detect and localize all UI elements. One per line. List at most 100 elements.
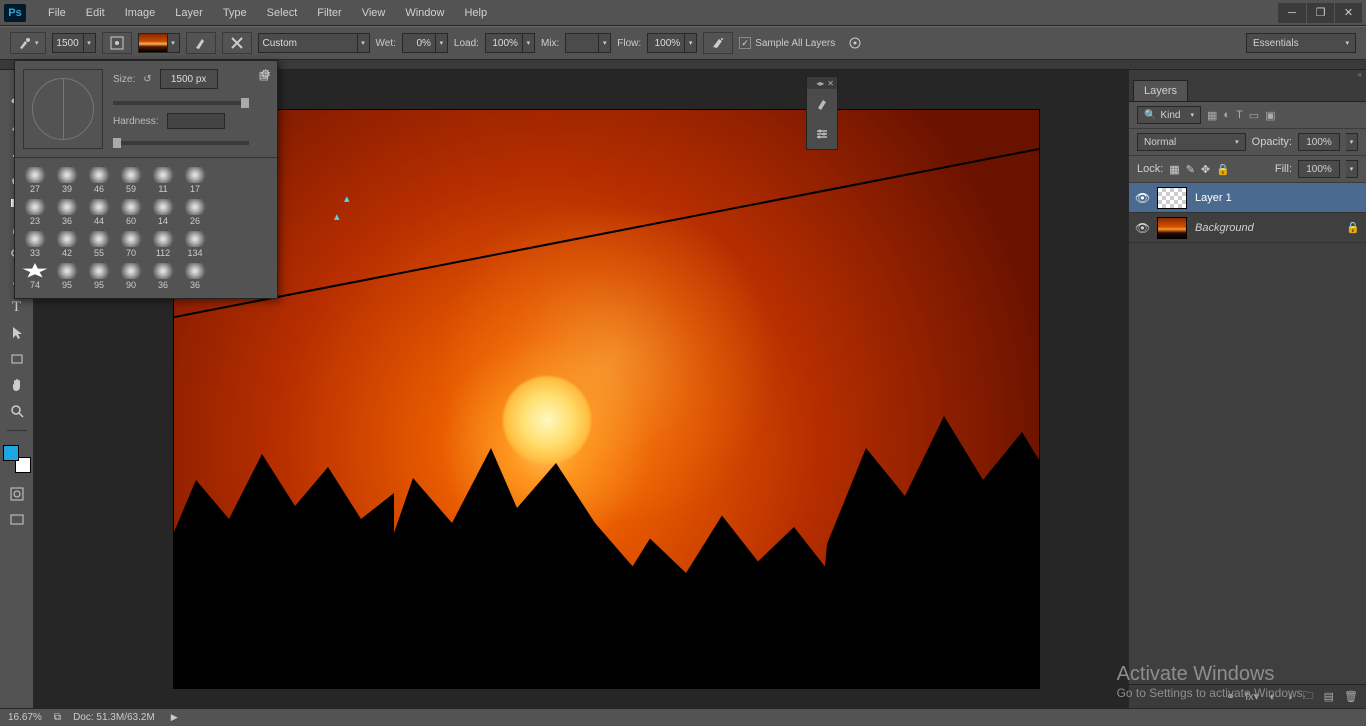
hardness-slider[interactable] — [113, 141, 249, 145]
fill-field[interactable]: 100% — [1298, 160, 1340, 178]
dock-item-brush[interactable] — [807, 89, 837, 119]
filter-adjust-icon[interactable]: ◐ — [1223, 109, 1230, 122]
brush-preset-cell[interactable]: 59 — [115, 162, 147, 194]
collapsed-panel-dock[interactable]: ◂▸✕ — [806, 76, 838, 150]
layer-group-button[interactable]: 🗀 — [1303, 687, 1314, 706]
dock-item-presets[interactable] — [807, 119, 837, 149]
window-restore-button[interactable]: ❐ — [1306, 3, 1334, 23]
status-flyout-icon[interactable]: ▶ — [171, 712, 178, 723]
filter-smart-icon[interactable]: ▣ — [1265, 109, 1275, 122]
brush-panel-toggle[interactable] — [102, 32, 132, 54]
mix-field[interactable] — [565, 33, 599, 53]
new-layer-button[interactable]: ▤ — [1324, 690, 1334, 703]
brush-preset-cell[interactable]: 23 — [19, 194, 51, 226]
brush-preset-cell[interactable]: 55 — [83, 226, 115, 258]
layer-fx-button[interactable]: fx▾ — [1245, 690, 1259, 703]
delete-layer-button[interactable]: 🗑 — [1344, 690, 1358, 703]
zoom-tool[interactable] — [4, 400, 30, 422]
brush-picker-dropdown[interactable]: ▾ — [84, 33, 96, 53]
tablet-pressure-toggle[interactable] — [841, 32, 869, 54]
menu-window[interactable]: Window — [397, 3, 452, 23]
quickmask-toggle[interactable] — [4, 483, 30, 505]
brush-preset-cell[interactable]: 14 — [147, 194, 179, 226]
brush-tip-preview[interactable] — [23, 69, 103, 149]
opacity-field[interactable]: 100% — [1298, 133, 1340, 151]
sample-all-checkbox[interactable]: ✓ — [739, 37, 751, 49]
foreground-color-swatch[interactable] — [3, 445, 19, 461]
visibility-toggle[interactable]: 👁 — [1135, 191, 1149, 205]
brush-size-field[interactable]: 1500 — [52, 33, 84, 53]
hardness-field[interactable] — [167, 113, 225, 129]
brush-preset-cell[interactable]: 42 — [51, 226, 83, 258]
brush-preset-cell[interactable]: 11 — [147, 162, 179, 194]
layer-thumbnail[interactable] — [1157, 187, 1187, 209]
brush-preset-cell[interactable]: 95 — [51, 258, 83, 290]
visibility-toggle[interactable]: 👁 — [1135, 221, 1149, 235]
reset-size-icon[interactable]: ↺ — [143, 74, 151, 85]
size-slider[interactable] — [113, 101, 249, 105]
layer-row[interactable]: 👁 Layer 1 — [1129, 183, 1366, 213]
workspace-switcher[interactable]: Essentials ▾ — [1246, 33, 1356, 53]
brush-combo-select[interactable]: Custom — [258, 33, 358, 53]
wet-field[interactable]: 0% — [402, 33, 436, 53]
brush-preset-cell[interactable]: 39 — [51, 162, 83, 194]
opacity-dropdown[interactable]: ▾ — [1346, 133, 1358, 151]
menu-help[interactable]: Help — [456, 3, 495, 23]
type-tool[interactable]: T — [4, 296, 30, 318]
load-swatch-dropdown[interactable]: ▾ — [168, 33, 180, 53]
brush-preset-cell[interactable]: 134 — [179, 226, 211, 258]
brush-preset-cell[interactable]: 36 — [51, 194, 83, 226]
fill-dropdown[interactable]: ▾ — [1346, 160, 1358, 178]
brush-preset-cell[interactable]: 90 — [115, 258, 147, 290]
document-canvas[interactable]: ▴ ▴ — [174, 110, 1039, 688]
rectangle-tool[interactable] — [4, 348, 30, 370]
lock-position-icon[interactable]: ✥ — [1201, 163, 1210, 176]
brush-preset-cell[interactable]: 60 — [115, 194, 147, 226]
flow-field[interactable]: 100% — [647, 33, 685, 53]
menu-file[interactable]: File — [40, 3, 74, 23]
airbrush-toggle[interactable] — [703, 32, 733, 54]
dock-expand-icon[interactable]: ◂▸ — [816, 79, 824, 88]
layer-filter-kind[interactable]: 🔍Kind▾ — [1137, 106, 1201, 124]
zoom-level[interactable]: 16.67% — [8, 712, 42, 723]
color-swatches[interactable] — [3, 445, 31, 473]
brush-preset-cell[interactable]: 27 — [19, 162, 51, 194]
brush-preset-cell[interactable]: 112 — [147, 226, 179, 258]
layer-name[interactable]: Layer 1 — [1195, 192, 1232, 204]
layer-row[interactable]: 👁 Background 🔒 — [1129, 213, 1366, 243]
adjustment-layer-button[interactable]: ◑ — [1286, 691, 1293, 703]
path-select-tool[interactable] — [4, 322, 30, 344]
filter-shape-icon[interactable]: ▭ — [1249, 109, 1259, 122]
tool-preset-picker[interactable]: ▾ — [10, 32, 46, 54]
brush-preset-cell[interactable]: 74 — [19, 258, 51, 290]
menu-view[interactable]: View — [354, 3, 394, 23]
menu-filter[interactable]: Filter — [309, 3, 349, 23]
hand-tool[interactable] — [4, 374, 30, 396]
window-minimize-button[interactable]: ─ — [1278, 3, 1306, 23]
brush-combo-dropdown[interactable]: ▾ — [358, 33, 370, 53]
layer-mask-button[interactable]: ◐ — [1269, 691, 1276, 703]
menu-edit[interactable]: Edit — [78, 3, 113, 23]
flow-dropdown[interactable]: ▾ — [685, 33, 697, 53]
tab-layers[interactable]: Layers — [1133, 80, 1188, 101]
gear-icon[interactable]: ⚙ — [260, 67, 271, 81]
lock-transparent-icon[interactable]: ▦ — [1169, 163, 1179, 176]
layer-thumbnail[interactable] — [1157, 217, 1187, 239]
filter-pixel-icon[interactable]: ▦ — [1207, 109, 1217, 122]
filter-type-icon[interactable]: T — [1236, 109, 1243, 122]
dock-close-icon[interactable]: ✕ — [827, 79, 834, 88]
brush-preset-cell[interactable]: 44 — [83, 194, 115, 226]
lock-pixels-icon[interactable]: ✎ — [1186, 163, 1195, 176]
brush-preset-cell[interactable]: 70 — [115, 226, 147, 258]
window-close-button[interactable]: ✕ — [1334, 3, 1362, 23]
brush-preset-cell[interactable]: 46 — [83, 162, 115, 194]
lock-all-icon[interactable]: 🔒 — [1216, 163, 1230, 176]
menu-layer[interactable]: Layer — [167, 3, 211, 23]
brush-preset-cell[interactable]: 95 — [83, 258, 115, 290]
brush-preset-cell[interactable]: 17 — [179, 162, 211, 194]
load-brush-button[interactable] — [186, 32, 216, 54]
layer-name[interactable]: Background — [1195, 222, 1254, 234]
menu-image[interactable]: Image — [117, 3, 164, 23]
menu-select[interactable]: Select — [259, 3, 306, 23]
link-layers-button[interactable]: ⚭ — [1226, 690, 1235, 703]
